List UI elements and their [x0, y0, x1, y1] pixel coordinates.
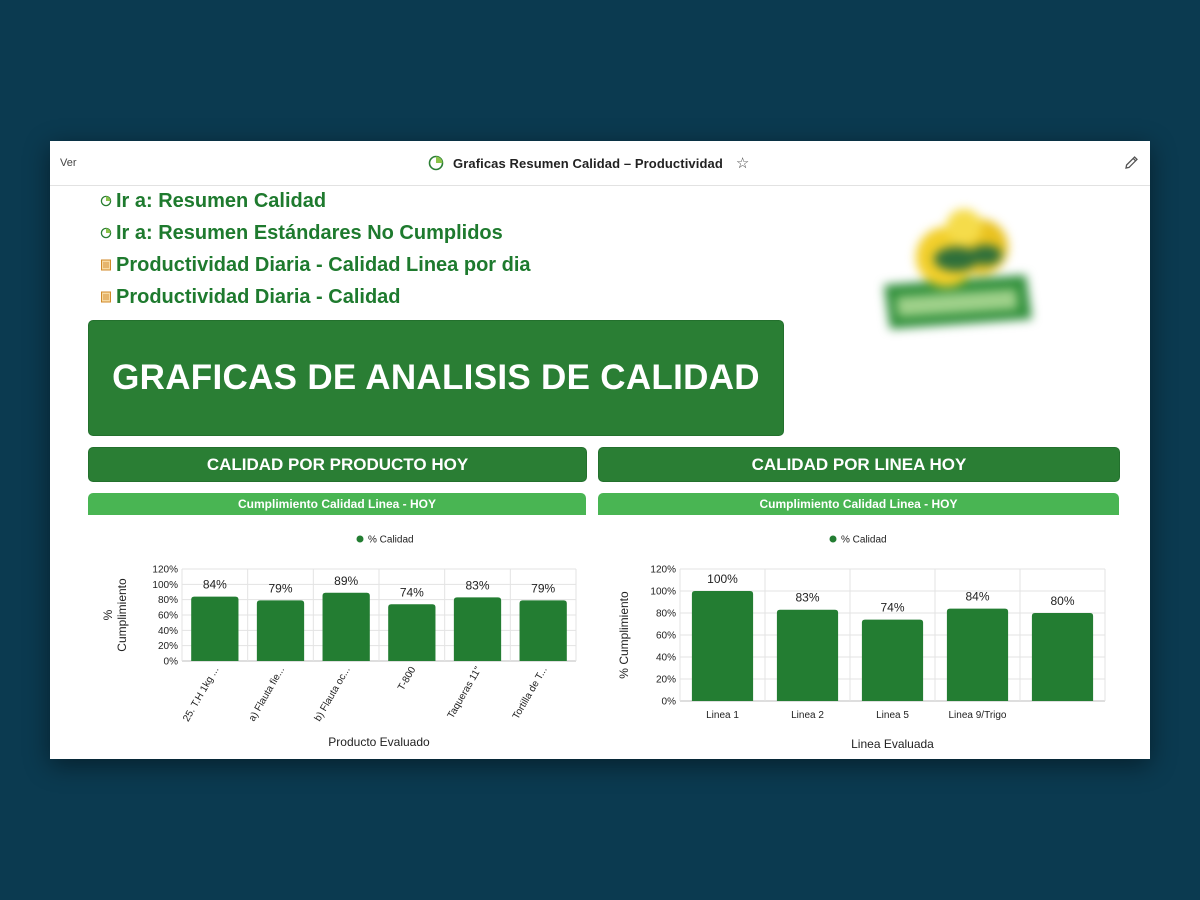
navigation-links: Ir a: Resumen Calidad Ir a: Resumen Está…	[100, 185, 531, 313]
x-tick-label: Linea 2	[791, 710, 824, 721]
link-label: Productividad Diaria - Calidad Linea por…	[116, 253, 531, 276]
bar	[1031, 613, 1094, 701]
y-tick-label: 60%	[158, 611, 178, 622]
data-label: 83%	[795, 591, 819, 605]
legend-marker	[356, 535, 364, 543]
bar	[861, 619, 924, 701]
data-label: 84%	[203, 578, 227, 592]
y-tick-label: 120%	[152, 565, 178, 576]
chart-icon	[100, 195, 112, 207]
x-tick-label: T-800	[396, 665, 419, 693]
y-tick-label: 80%	[158, 595, 178, 606]
left-chart-header: Cumplimiento Calidad Linea - HOY	[88, 493, 586, 515]
bar	[191, 596, 239, 661]
link-resumen-estandares[interactable]: Ir a: Resumen Estándares No Cumplidos	[100, 217, 531, 249]
y-tick-label: 20%	[656, 675, 676, 686]
chart-icon	[100, 227, 112, 239]
data-label: 84%	[965, 590, 989, 604]
calidad-por-producto-button[interactable]: CALIDAD POR PRODUCTO HOY	[88, 447, 587, 482]
y-tick-label: 100%	[650, 587, 676, 598]
data-label: 74%	[400, 585, 424, 599]
link-label: Ir a: Resumen Calidad	[116, 189, 327, 212]
app-window: Ver Graficas Resumen Calidad – Productiv…	[50, 141, 1150, 759]
company-logo	[884, 209, 1032, 329]
calidad-por-producto-chart: % Calidad 0% 20% 40% 60% 80% 100% 120% 84% 25. T.…	[101, 535, 577, 749]
x-tick-label: Tortilla de T...	[511, 665, 550, 721]
y-tick-label: 80%	[656, 609, 676, 620]
x-tick-label: Linea 1	[706, 710, 739, 721]
y-tick-label: 0%	[662, 697, 677, 708]
link-resumen-calidad[interactable]: Ir a: Resumen Calidad	[100, 185, 531, 217]
x-tick-label: 25. T.H 1kg ...	[181, 665, 221, 724]
legend-marker	[829, 535, 837, 543]
x-tick-label: b) Flauta oc...	[313, 665, 353, 723]
legend-label: % Calidad	[841, 535, 887, 546]
x-tick-label: Taqueras 11"	[446, 665, 485, 721]
page-banner: GRAFICAS DE ANALISIS DE CALIDAD	[88, 320, 784, 436]
x-axis-title: Linea Evaluada	[851, 737, 934, 751]
document-title-area: Graficas Resumen Calidad – Productividad…	[428, 155, 749, 171]
y-tick-label: 20%	[158, 641, 178, 652]
bar	[946, 608, 1009, 701]
view-button[interactable]: Ver	[60, 157, 77, 169]
y-tick-label: 60%	[656, 631, 676, 642]
bar	[453, 597, 502, 661]
link-label: Productividad Diaria - Calidad	[116, 285, 401, 308]
y-tick-label: 40%	[158, 626, 178, 637]
top-bar: Ver Graficas Resumen Calidad – Productiv…	[50, 141, 1150, 186]
data-label: 79%	[268, 581, 292, 595]
bar	[256, 600, 305, 661]
table-icon	[101, 291, 111, 303]
link-productividad-calidad[interactable]: Productividad Diaria - Calidad	[100, 281, 531, 313]
calidad-por-linea-chart: % Calidad 0% 20% 40% 60% 80% 100% 120% 100% Linea…	[617, 535, 1106, 751]
bar	[322, 592, 370, 661]
data-label: 89%	[334, 574, 358, 588]
right-chart-header: Cumplimiento Calidad Linea - HOY	[598, 493, 1119, 515]
star-icon[interactable]: ☆	[736, 156, 749, 171]
bar	[776, 609, 839, 701]
bar	[519, 600, 567, 661]
bar	[691, 591, 754, 701]
y-tick-label: 100%	[152, 580, 178, 591]
data-label: 83%	[465, 578, 489, 592]
edit-pencil-icon[interactable]	[1123, 154, 1140, 171]
link-label: Ir a: Resumen Estándares No Cumplidos	[116, 221, 503, 244]
data-label: 79%	[531, 581, 555, 595]
bar	[388, 604, 436, 661]
y-axis-title-part2: Cumplimiento	[115, 578, 129, 652]
x-tick-label: Linea 5	[876, 710, 909, 721]
calidad-por-linea-button[interactable]: CALIDAD POR LINEA HOY	[598, 447, 1120, 482]
y-axis-title-part1: %	[101, 609, 115, 620]
x-tick-label: a) Flauta fie...	[247, 665, 287, 723]
data-label: 80%	[1050, 594, 1074, 608]
pie-chart-icon	[428, 155, 444, 171]
y-tick-label: 0%	[164, 657, 179, 668]
link-productividad-linea-dia[interactable]: Productividad Diaria - Calidad Linea por…	[100, 249, 531, 281]
y-axis-title: % Cumplimiento	[617, 591, 631, 679]
x-axis-title: Producto Evaluado	[328, 735, 430, 749]
data-label: 100%	[707, 572, 738, 586]
y-tick-label: 40%	[656, 653, 676, 664]
legend-label: % Calidad	[368, 535, 414, 546]
x-tick-label: Linea 9/Trigo	[949, 710, 1007, 721]
data-label: 74%	[880, 601, 904, 615]
table-icon	[101, 259, 111, 271]
document-title: Graficas Resumen Calidad – Productividad	[453, 155, 723, 171]
y-tick-label: 120%	[650, 565, 676, 576]
